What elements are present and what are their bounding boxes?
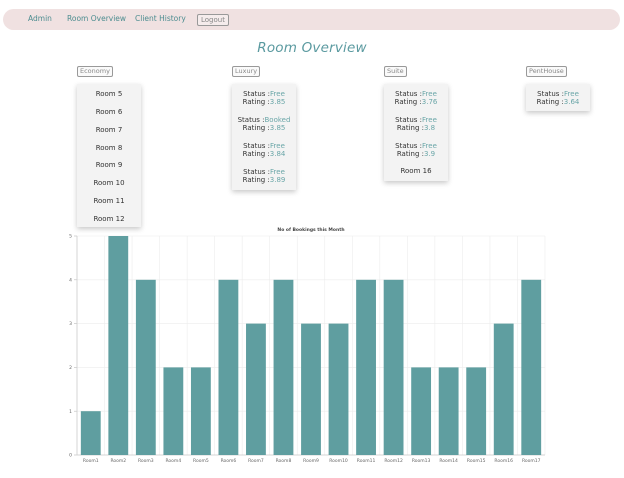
chart-title: No of Bookings this Month [277,227,344,233]
x-tick-label: Room11 [357,458,376,464]
y-tick-label: 1 [69,409,72,415]
x-tick-label: Room4 [166,458,182,464]
y-tick-label: 4 [69,277,72,283]
bar [328,323,349,455]
bookings-bar-chart: No of Bookings this Month 0 1 2 3 4 5 Room1 Room… [69,227,546,464]
bar [301,323,321,455]
x-tick-label: Room9 [303,458,319,464]
bar [521,279,542,455]
y-tick-label: 0 [69,453,72,459]
bar [163,367,184,455]
x-tick-label: Room17 [522,458,541,464]
x-tick-label: Room1 [83,458,99,464]
x-tick-label: Room14 [439,458,458,464]
bar [493,323,514,455]
y-tick-label: 5 [69,234,72,240]
x-tick-label: Room15 [467,458,486,464]
bar [466,367,487,455]
x-tick-label: Room2 [110,458,126,464]
y-tick-label: 2 [69,365,72,371]
x-tick-label: Room13 [412,458,431,464]
bar [411,367,432,455]
x-tick-label: Room12 [384,458,403,464]
bar [246,323,266,455]
x-tick-label: Room7 [248,458,264,464]
x-tick-label: Room3 [138,458,154,464]
bar [80,411,101,455]
x-tick-label: Room8 [276,458,292,464]
x-tick-label: Room16 [494,458,513,464]
bar [218,279,239,455]
x-tick-label: Room6 [221,458,237,464]
bar [438,367,459,455]
bar [273,279,294,455]
bar [190,367,211,455]
x-tick-label: Room10 [329,458,348,464]
x-tick-label: Room5 [193,458,209,464]
bar [356,279,376,455]
bar [108,236,129,455]
bar [383,279,404,455]
y-tick-label: 3 [69,321,72,327]
bar [135,279,156,455]
